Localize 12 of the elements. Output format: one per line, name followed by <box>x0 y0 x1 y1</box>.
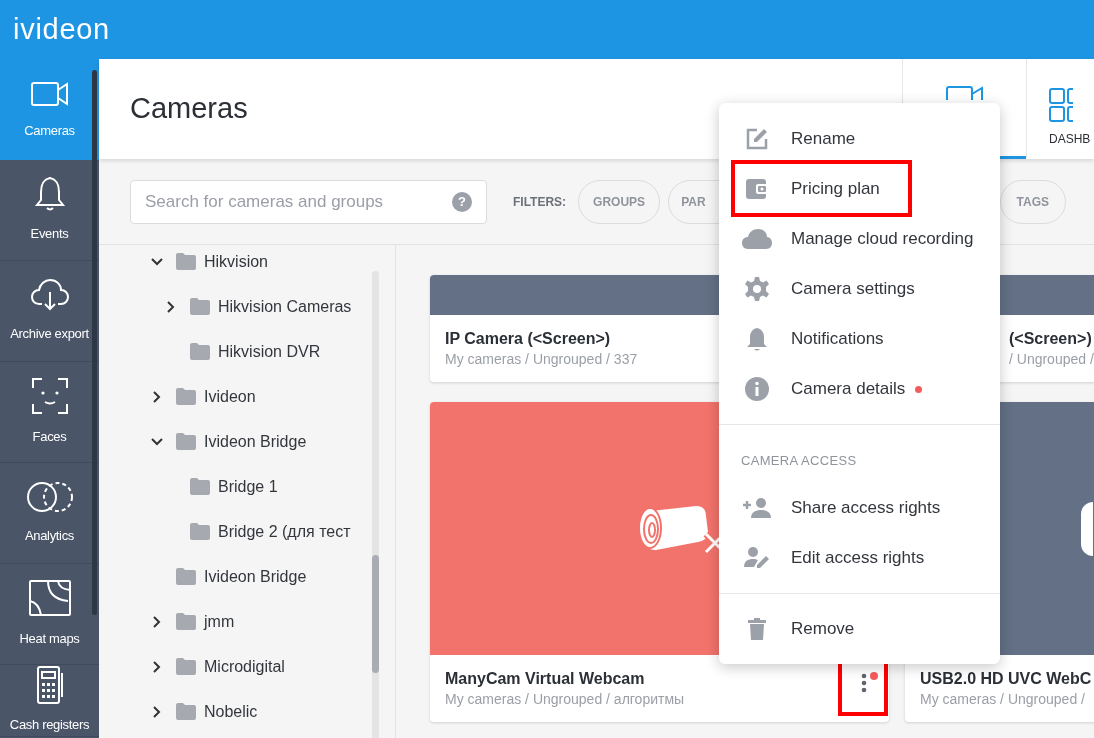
camera-path: / Ungrouped / <box>1009 350 1094 369</box>
camera-title: IP Camera (<Screen>) <box>445 329 612 349</box>
camera-title: ManyCam Virtual Webcam <box>445 669 646 689</box>
logo: ivideon <box>13 11 110 47</box>
filters-label: FILTERS: <box>513 193 567 211</box>
camera-path: My cameras / Ungrouped / алгоритмы <box>445 690 685 709</box>
section-heading: CAMERA ACCESS <box>740 452 858 471</box>
camera-path: My cameras / Ungrouped / 337 <box>445 350 638 369</box>
camera-title: (<Screen>) <box>1009 329 1093 349</box>
camera-title: USB2.0 HD UVC WebC <box>920 669 1092 689</box>
page-title: Cameras <box>130 91 248 127</box>
camera-path: My cameras / Ungrouped / <box>920 690 1086 709</box>
